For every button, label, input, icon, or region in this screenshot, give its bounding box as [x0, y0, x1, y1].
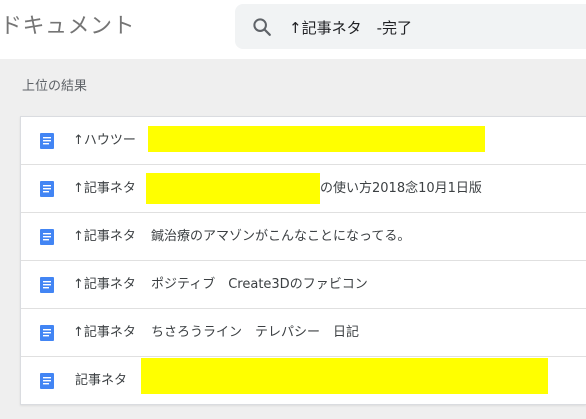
result-title-prefix: ↑ハウツー [73, 133, 136, 148]
redaction-block [146, 173, 320, 204]
search-input[interactable] [289, 12, 579, 42]
result-title[interactable]: ↑記事ネタ [73, 180, 136, 198]
document-icon [40, 373, 54, 389]
result-title[interactable]: ↑記事ネタ [73, 276, 136, 294]
redaction-block [148, 126, 485, 152]
result-title[interactable]: ↑記事ネタ [73, 324, 136, 342]
result-title-suffix: ちさろうライン テレパシー 日記 [151, 325, 360, 340]
results-list: ↑ハウツー ↑記事ネタ の使い方2018念10月1日版 ↑記事ネタ 鍼治療のアマ… [20, 116, 586, 405]
document-icon [40, 229, 54, 245]
section-label-top-results: 上位の結果 [22, 79, 88, 94]
top-bar: ドキュメント [0, 0, 586, 59]
redaction-block [141, 358, 548, 394]
result-row[interactable]: ↑記事ネタ ちさろうライン テレパシー 日記 [21, 309, 586, 357]
document-icon [40, 181, 54, 197]
result-title-prefix: ↑記事ネタ [73, 229, 136, 244]
result-title-prefix: ↑記事ネタ [73, 325, 136, 340]
result-title[interactable]: ↑記事ネタ [73, 228, 136, 246]
document-icon [40, 277, 54, 293]
result-title-prefix: 記事ネタ [75, 373, 128, 388]
document-icon [40, 133, 54, 149]
result-row[interactable]: 記事ネタ [21, 357, 586, 405]
app-title[interactable]: ドキュメント [0, 12, 135, 42]
search-box[interactable] [235, 4, 586, 49]
result-row[interactable]: ↑記事ネタ の使い方2018念10月1日版 [21, 165, 586, 213]
search-icon[interactable] [251, 16, 273, 38]
result-title[interactable]: 記事ネタ [75, 372, 127, 390]
result-title-prefix: ↑記事ネタ [73, 277, 136, 292]
result-row[interactable]: ↑ハウツー [21, 117, 586, 165]
result-row[interactable]: ↑記事ネタ ポジティブ Create3Dのファビコン [21, 261, 586, 309]
result-title-suffix: の使い方2018念10月1日版 [320, 181, 482, 196]
document-icon [40, 325, 54, 341]
result-title[interactable]: ↑ハウツー [73, 132, 136, 150]
result-title-suffix: 鍼治療のアマゾンがこんなことになってる。 [151, 229, 411, 244]
result-title-suffix: ポジティブ Create3Dのファビコン [151, 277, 368, 292]
result-title-prefix: ↑記事ネタ [73, 181, 136, 196]
result-row[interactable]: ↑記事ネタ 鍼治療のアマゾンがこんなことになってる。 [21, 213, 586, 261]
